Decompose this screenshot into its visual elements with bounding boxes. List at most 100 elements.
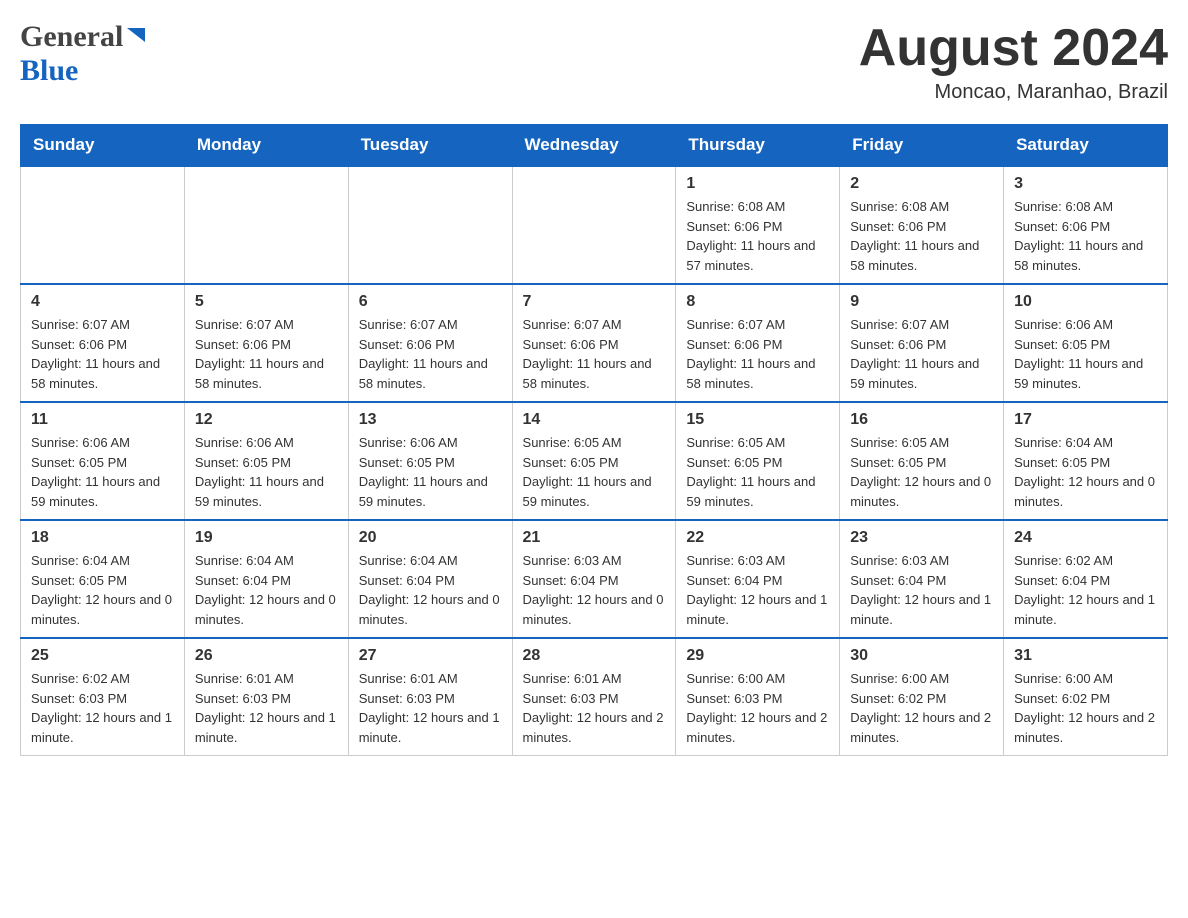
day-sun-info: Sunrise: 6:05 AMSunset: 6:05 PMDaylight:… xyxy=(523,433,666,511)
day-number: 29 xyxy=(686,647,829,665)
calendar-cell: 20 Sunrise: 6:04 AMSunset: 6:04 PMDayligh… xyxy=(348,520,512,638)
col-thursday: Thursday xyxy=(676,125,840,167)
day-number: 3 xyxy=(1014,175,1157,193)
calendar-week-row-2: 4 Sunrise: 6:07 AMSunset: 6:06 PMDaylight… xyxy=(21,284,1168,402)
day-number: 12 xyxy=(195,411,338,429)
calendar-cell: 12 Sunrise: 6:06 AMSunset: 6:05 PMDayligh… xyxy=(184,402,348,520)
logo: General Blue xyxy=(20,20,147,88)
day-sun-info: Sunrise: 6:08 AMSunset: 6:06 PMDaylight:… xyxy=(850,197,993,275)
day-sun-info: Sunrise: 6:05 AMSunset: 6:05 PMDaylight:… xyxy=(686,433,829,511)
day-number: 24 xyxy=(1014,529,1157,547)
day-sun-info: Sunrise: 6:03 AMSunset: 6:04 PMDaylight:… xyxy=(523,551,666,629)
col-saturday: Saturday xyxy=(1004,125,1168,167)
calendar-cell: 6 Sunrise: 6:07 AMSunset: 6:06 PMDaylight… xyxy=(348,284,512,402)
day-sun-info: Sunrise: 6:04 AMSunset: 6:05 PMDaylight:… xyxy=(31,551,174,629)
day-sun-info: Sunrise: 6:00 AMSunset: 6:03 PMDaylight:… xyxy=(686,669,829,747)
day-sun-info: Sunrise: 6:07 AMSunset: 6:06 PMDaylight:… xyxy=(686,315,829,393)
logo-general-text: General xyxy=(20,20,123,54)
day-number: 27 xyxy=(359,647,502,665)
logo-triangle-icon xyxy=(125,24,147,46)
calendar-cell xyxy=(21,166,185,284)
day-number: 6 xyxy=(359,293,502,311)
day-number: 25 xyxy=(31,647,174,665)
day-number: 17 xyxy=(1014,411,1157,429)
calendar-week-row-3: 11 Sunrise: 6:06 AMSunset: 6:05 PMDayligh… xyxy=(21,402,1168,520)
day-number: 4 xyxy=(31,293,174,311)
day-sun-info: Sunrise: 6:06 AMSunset: 6:05 PMDaylight:… xyxy=(1014,315,1157,393)
day-number: 11 xyxy=(31,411,174,429)
day-number: 15 xyxy=(686,411,829,429)
calendar-cell: 2 Sunrise: 6:08 AMSunset: 6:06 PMDaylight… xyxy=(840,166,1004,284)
calendar-cell xyxy=(184,166,348,284)
calendar-cell: 27 Sunrise: 6:01 AMSunset: 6:03 PMDayligh… xyxy=(348,638,512,756)
day-number: 21 xyxy=(523,529,666,547)
day-sun-info: Sunrise: 6:03 AMSunset: 6:04 PMDaylight:… xyxy=(850,551,993,629)
calendar-cell: 17 Sunrise: 6:04 AMSunset: 6:05 PMDayligh… xyxy=(1004,402,1168,520)
day-sun-info: Sunrise: 6:04 AMSunset: 6:04 PMDaylight:… xyxy=(359,551,502,629)
day-sun-info: Sunrise: 6:02 AMSunset: 6:04 PMDaylight:… xyxy=(1014,551,1157,629)
day-number: 26 xyxy=(195,647,338,665)
location-text: Moncao, Maranhao, Brazil xyxy=(859,81,1168,104)
calendar-cell: 1Sunrise: 6:08 AMSunset: 6:06 PMDaylight… xyxy=(676,166,840,284)
calendar-cell: 3 Sunrise: 6:08 AMSunset: 6:06 PMDaylight… xyxy=(1004,166,1168,284)
day-sun-info: Sunrise: 6:06 AMSunset: 6:05 PMDaylight:… xyxy=(31,433,174,511)
logo-blue-text: Blue xyxy=(20,54,78,87)
calendar-cell: 15 Sunrise: 6:05 AMSunset: 6:05 PMDayligh… xyxy=(676,402,840,520)
calendar-cell: 25Sunrise: 6:02 AMSunset: 6:03 PMDayligh… xyxy=(21,638,185,756)
calendar-cell: 19Sunrise: 6:04 AMSunset: 6:04 PMDayligh… xyxy=(184,520,348,638)
title-section: August 2024 Moncao, Maranhao, Brazil xyxy=(859,20,1168,104)
day-number: 31 xyxy=(1014,647,1157,665)
day-sun-info: Sunrise: 6:04 AMSunset: 6:05 PMDaylight:… xyxy=(1014,433,1157,511)
day-number: 9 xyxy=(850,293,993,311)
day-sun-info: Sunrise: 6:06 AMSunset: 6:05 PMDaylight:… xyxy=(195,433,338,511)
day-sun-info: Sunrise: 6:07 AMSunset: 6:06 PMDaylight:… xyxy=(195,315,338,393)
calendar-cell: 10Sunrise: 6:06 AMSunset: 6:05 PMDayligh… xyxy=(1004,284,1168,402)
day-sun-info: Sunrise: 6:03 AMSunset: 6:04 PMDaylight:… xyxy=(686,551,829,629)
calendar-cell: 21 Sunrise: 6:03 AMSunset: 6:04 PMDayligh… xyxy=(512,520,676,638)
calendar-cell: 4 Sunrise: 6:07 AMSunset: 6:06 PMDaylight… xyxy=(21,284,185,402)
calendar-week-row-5: 25Sunrise: 6:02 AMSunset: 6:03 PMDayligh… xyxy=(21,638,1168,756)
day-sun-info: Sunrise: 6:07 AMSunset: 6:06 PMDaylight:… xyxy=(359,315,502,393)
calendar-cell: 30Sunrise: 6:00 AMSunset: 6:02 PMDayligh… xyxy=(840,638,1004,756)
day-sun-info: Sunrise: 6:01 AMSunset: 6:03 PMDaylight:… xyxy=(523,669,666,747)
calendar-cell: 11 Sunrise: 6:06 AMSunset: 6:05 PMDayligh… xyxy=(21,402,185,520)
day-number: 30 xyxy=(850,647,993,665)
month-title: August 2024 xyxy=(859,20,1168,77)
day-number: 20 xyxy=(359,529,502,547)
day-sun-info: Sunrise: 6:00 AMSunset: 6:02 PMDaylight:… xyxy=(1014,669,1157,747)
day-sun-info: Sunrise: 6:07 AMSunset: 6:06 PMDaylight:… xyxy=(31,315,174,393)
calendar-cell: 14 Sunrise: 6:05 AMSunset: 6:05 PMDayligh… xyxy=(512,402,676,520)
calendar-header-row: Sunday Monday Tuesday Wednesday Thursday… xyxy=(21,125,1168,167)
calendar-cell xyxy=(512,166,676,284)
col-tuesday: Tuesday xyxy=(348,125,512,167)
day-sun-info: Sunrise: 6:07 AMSunset: 6:06 PMDaylight:… xyxy=(850,315,993,393)
calendar-week-row-1: 1Sunrise: 6:08 AMSunset: 6:06 PMDaylight… xyxy=(21,166,1168,284)
day-sun-info: Sunrise: 6:08 AMSunset: 6:06 PMDaylight:… xyxy=(686,197,829,275)
day-sun-info: Sunrise: 6:05 AMSunset: 6:05 PMDaylight:… xyxy=(850,433,993,511)
calendar-cell: 8 Sunrise: 6:07 AMSunset: 6:06 PMDaylight… xyxy=(676,284,840,402)
day-number: 28 xyxy=(523,647,666,665)
day-number: 14 xyxy=(523,411,666,429)
calendar-cell: 23 Sunrise: 6:03 AMSunset: 6:04 PMDayligh… xyxy=(840,520,1004,638)
day-sun-info: Sunrise: 6:01 AMSunset: 6:03 PMDaylight:… xyxy=(359,669,502,747)
day-number: 22 xyxy=(686,529,829,547)
calendar-cell: 9 Sunrise: 6:07 AMSunset: 6:06 PMDaylight… xyxy=(840,284,1004,402)
calendar-cell: 24 Sunrise: 6:02 AMSunset: 6:04 PMDayligh… xyxy=(1004,520,1168,638)
day-number: 2 xyxy=(850,175,993,193)
day-sun-info: Sunrise: 6:08 AMSunset: 6:06 PMDaylight:… xyxy=(1014,197,1157,275)
col-wednesday: Wednesday xyxy=(512,125,676,167)
calendar-table: Sunday Monday Tuesday Wednesday Thursday… xyxy=(20,124,1168,756)
day-sun-info: Sunrise: 6:01 AMSunset: 6:03 PMDaylight:… xyxy=(195,669,338,747)
col-friday: Friday xyxy=(840,125,1004,167)
calendar-cell: 28 Sunrise: 6:01 AMSunset: 6:03 PMDayligh… xyxy=(512,638,676,756)
day-sun-info: Sunrise: 6:07 AMSunset: 6:06 PMDaylight:… xyxy=(523,315,666,393)
calendar-cell: 5Sunrise: 6:07 AMSunset: 6:06 PMDaylight… xyxy=(184,284,348,402)
calendar-cell: 31 Sunrise: 6:00 AMSunset: 6:02 PMDayligh… xyxy=(1004,638,1168,756)
day-number: 8 xyxy=(686,293,829,311)
calendar-cell: 13Sunrise: 6:06 AMSunset: 6:05 PMDayligh… xyxy=(348,402,512,520)
calendar-cell xyxy=(348,166,512,284)
day-number: 7 xyxy=(523,293,666,311)
day-sun-info: Sunrise: 6:06 AMSunset: 6:05 PMDaylight:… xyxy=(359,433,502,511)
day-number: 23 xyxy=(850,529,993,547)
day-sun-info: Sunrise: 6:04 AMSunset: 6:04 PMDaylight:… xyxy=(195,551,338,629)
